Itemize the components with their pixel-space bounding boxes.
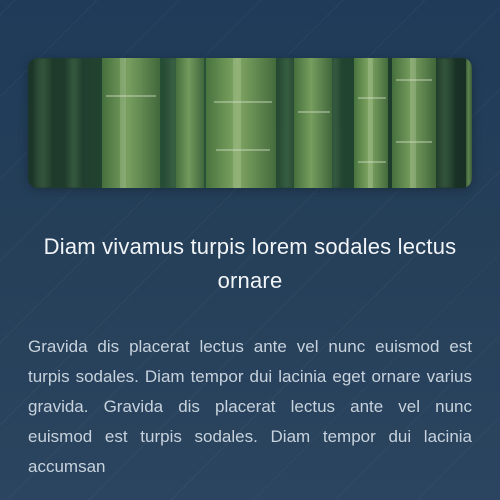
- bamboo-photo: [28, 58, 472, 188]
- hero-image: [28, 58, 472, 188]
- article-body: Gravida dis placerat lectus ante vel nun…: [28, 337, 472, 476]
- article-title: Diam vivamus turpis lorem sodales lectus…: [43, 234, 457, 293]
